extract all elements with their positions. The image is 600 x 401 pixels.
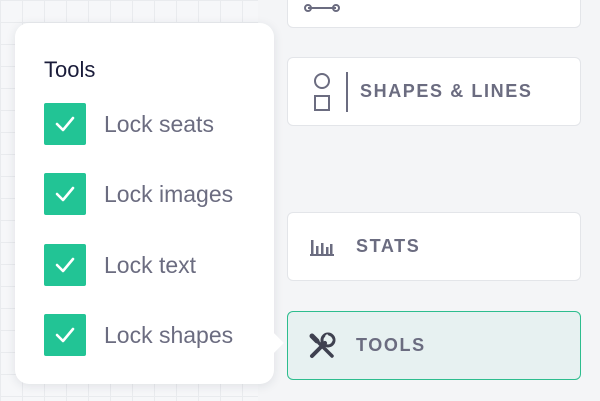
sidebar-item-label: TOOLS	[356, 335, 426, 355]
lock-shapes-checkbox[interactable]	[44, 314, 86, 356]
sidebar-item-label: SHAPES & LINES	[360, 81, 533, 101]
lock-seats-option[interactable]: Lock seats	[44, 103, 214, 145]
lock-images-checkbox[interactable]	[44, 173, 86, 215]
shapes-icon	[300, 72, 344, 112]
popover-title: Tools	[44, 57, 96, 82]
lock-seats-checkbox[interactable]	[44, 103, 86, 145]
check-icon	[55, 257, 75, 273]
lock-shapes-option[interactable]: Lock shapes	[44, 314, 233, 356]
sidebar-item-stats[interactable]: STATS	[287, 212, 581, 281]
check-icon	[55, 186, 75, 202]
sidebar-item-shapes-lines[interactable]: SHAPES & LINES	[287, 57, 581, 126]
check-icon	[55, 116, 75, 132]
option-label: Lock text	[104, 251, 197, 278]
seat-row-icon	[300, 0, 344, 22]
option-label: Lock seats	[104, 110, 214, 137]
tools-popover: Tools Lock seats Lock images Lock text L…	[15, 23, 284, 384]
option-label: Lock images	[104, 180, 234, 207]
divider	[346, 71, 348, 112]
lock-images-option[interactable]: Lock images	[44, 173, 233, 215]
check-icon	[55, 327, 75, 343]
wrench-screwdriver-icon	[300, 331, 344, 361]
sidebar-item-tools[interactable]: TOOLS	[287, 311, 581, 380]
bar-chart-icon	[300, 236, 344, 258]
option-label: Lock shapes	[104, 321, 234, 348]
sidebar-item-label: STATS	[356, 236, 421, 256]
lock-text-checkbox[interactable]	[44, 244, 86, 286]
lock-text-option[interactable]: Lock text	[44, 244, 196, 286]
sidebar-item-seats[interactable]	[287, 0, 581, 28]
